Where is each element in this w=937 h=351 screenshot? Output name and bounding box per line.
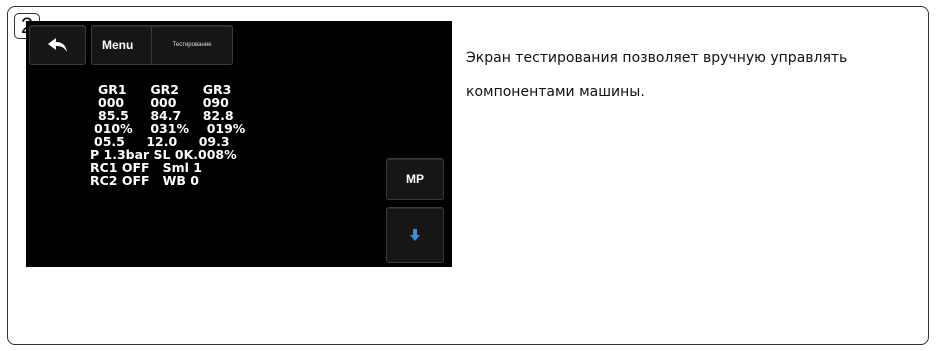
rc2-line: RC2 OFF WB 0 — [90, 173, 199, 188]
testing-tab-button[interactable]: Тестирование — [151, 25, 233, 65]
description-text: Экран тестирования позволяет вручную упр… — [466, 50, 848, 100]
stats-panel: GR1 GR2 GR3 000 000 090 85.5 84.7 82.8 0… — [90, 83, 245, 187]
scroll-down-button[interactable] — [386, 207, 444, 263]
step-frame: 2 Menu Тестирование GR1 GR2 GR3 000 000 … — [7, 6, 929, 345]
back-button[interactable] — [29, 25, 86, 65]
back-arrow-icon — [47, 38, 67, 52]
mp-button[interactable]: MP — [386, 158, 444, 200]
machine-screen: Menu Тестирование GR1 GR2 GR3 000 000 09… — [26, 21, 452, 267]
arrow-down-icon — [410, 229, 420, 241]
